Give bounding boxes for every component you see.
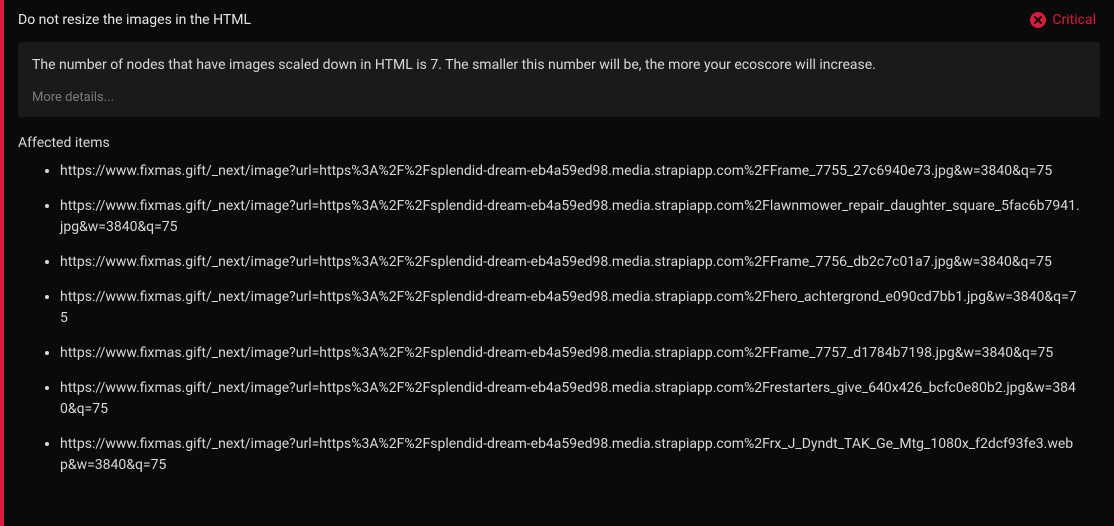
description-box: The number of nodes that have images sca… <box>18 42 1100 117</box>
panel-header: Do not resize the images in the HTML Cri… <box>18 12 1100 28</box>
list-item: https://www.fixmas.gift/_next/image?url=… <box>60 434 1100 476</box>
list-item: https://www.fixmas.gift/_next/image?url=… <box>60 252 1100 273</box>
affected-items-label: Affected items <box>18 135 1100 151</box>
more-details-link[interactable]: More details... <box>32 90 1086 105</box>
list-item: https://www.fixmas.gift/_next/image?url=… <box>60 287 1100 329</box>
severity-badge: Critical <box>1030 12 1096 28</box>
list-item: https://www.fixmas.gift/_next/image?url=… <box>60 161 1100 182</box>
list-item: https://www.fixmas.gift/_next/image?url=… <box>60 196 1100 238</box>
severity-label: Critical <box>1052 12 1096 28</box>
affected-items-list: https://www.fixmas.gift/_next/image?url=… <box>18 161 1100 476</box>
audit-title: Do not resize the images in the HTML <box>18 12 251 28</box>
list-item: https://www.fixmas.gift/_next/image?url=… <box>60 378 1100 420</box>
audit-panel: Do not resize the images in the HTML Cri… <box>0 0 1114 526</box>
critical-icon <box>1030 12 1046 28</box>
description-text: The number of nodes that have images sca… <box>32 56 1086 76</box>
list-item: https://www.fixmas.gift/_next/image?url=… <box>60 343 1100 364</box>
